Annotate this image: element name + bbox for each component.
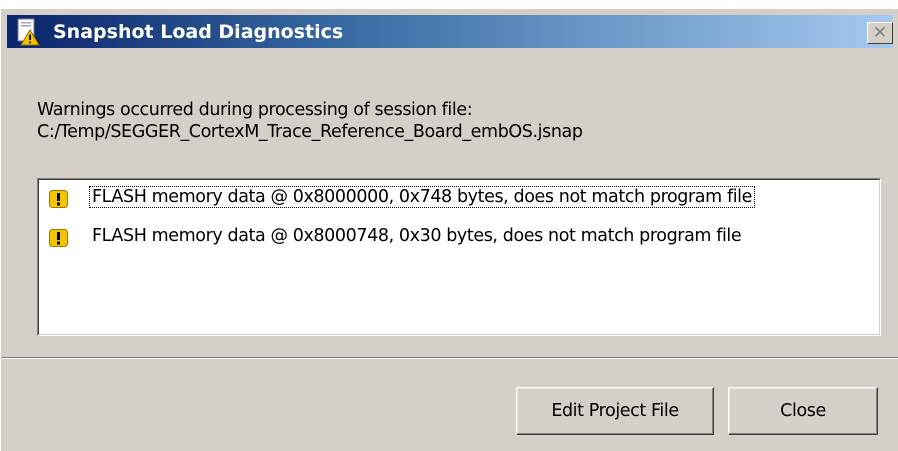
list-item[interactable]: FLASH memory data @ 0x8000000, 0x748 byt… bbox=[45, 185, 879, 212]
title-bar[interactable]: Snapshot Load Diagnostics ✕ bbox=[7, 15, 893, 48]
warning-text: FLASH memory data @ 0x8000748, 0x30 byte… bbox=[92, 226, 742, 246]
edit-project-file-button[interactable]: Edit Project File bbox=[516, 387, 714, 435]
dialog-window: Snapshot Load Diagnostics ✕ Warnings occ… bbox=[0, 8, 898, 451]
warning-text: FLASH memory data @ 0x8000000, 0x748 byt… bbox=[89, 186, 755, 208]
warnings-list[interactable]: FLASH memory data @ 0x8000000, 0x748 byt… bbox=[37, 178, 881, 336]
window-title: Snapshot Load Diagnostics bbox=[53, 21, 344, 43]
warning-icon bbox=[49, 229, 68, 247]
close-icon[interactable]: ✕ bbox=[867, 22, 893, 44]
separator bbox=[1, 357, 898, 359]
warning-icon bbox=[49, 190, 68, 208]
warning-message: Warnings occurred during processing of s… bbox=[37, 99, 877, 143]
warning-document-icon bbox=[17, 18, 40, 46]
session-file-path: C:/Temp/SEGGER_CortexM_Trace_Reference_B… bbox=[37, 122, 583, 142]
close-button[interactable]: Close bbox=[728, 387, 878, 435]
message-line-1: Warnings occurred during processing of s… bbox=[37, 100, 473, 120]
list-item[interactable]: FLASH memory data @ 0x8000748, 0x30 byte… bbox=[45, 224, 879, 251]
